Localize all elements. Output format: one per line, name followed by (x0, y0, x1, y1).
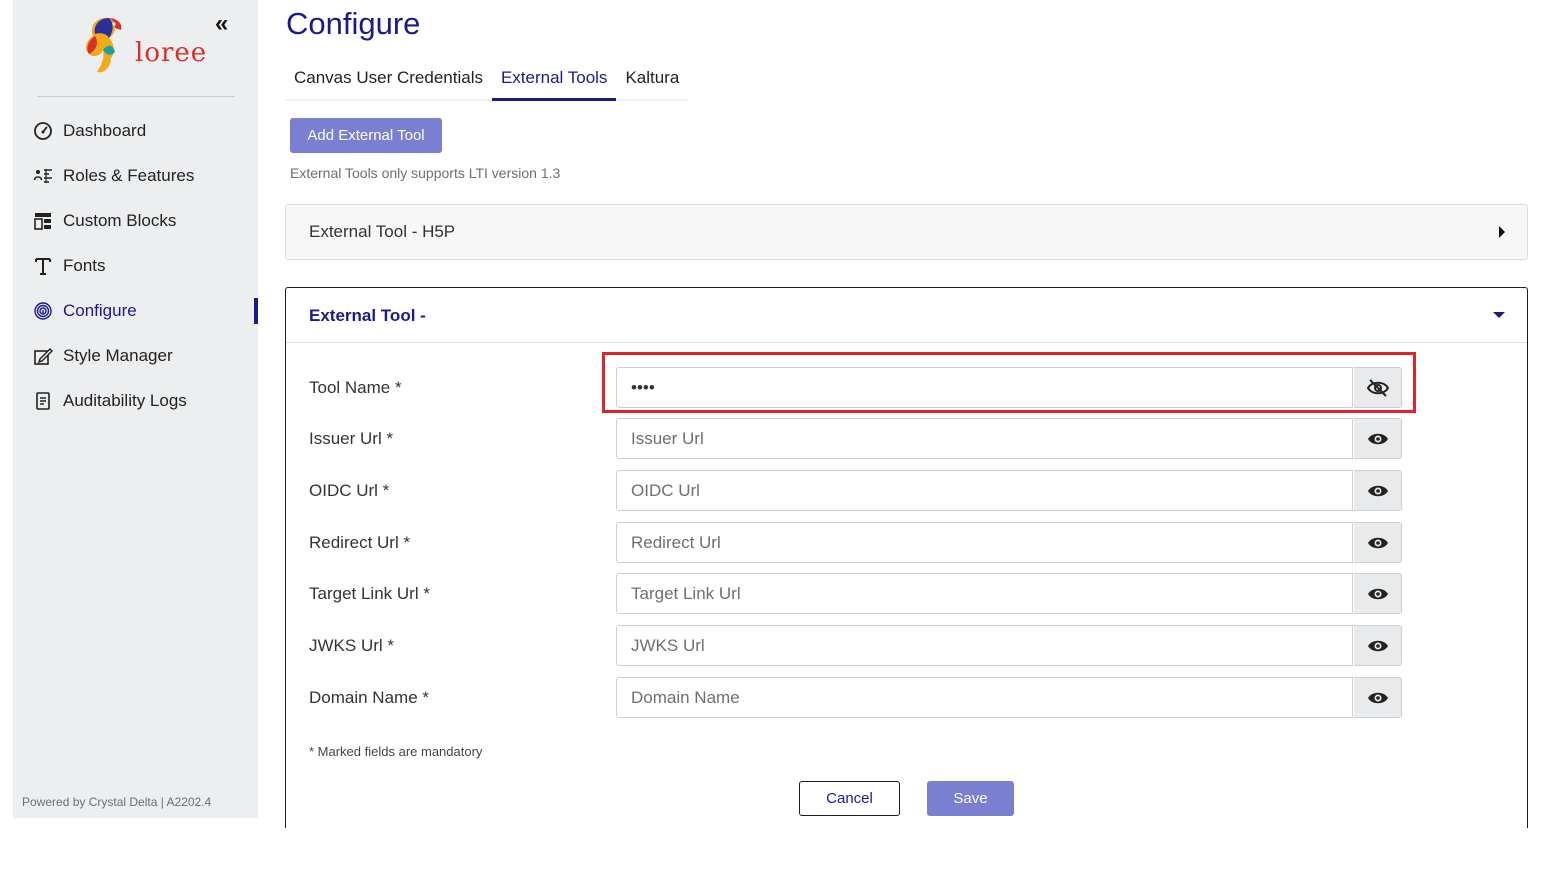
oidc-url-label: OIDC Url * (309, 481, 390, 500)
cancel-button[interactable]: Cancel (799, 781, 900, 816)
target-link-url-input[interactable] (616, 573, 1353, 614)
redirect-url-label: Redirect Url * (309, 533, 411, 552)
sidebar-item-fonts[interactable]: Fonts (13, 243, 258, 288)
tab-kaltura[interactable]: Kaltura (616, 62, 688, 99)
accordion-title: External Tool - H5P (309, 222, 456, 241)
domain-name-label: Domain Name * (309, 688, 429, 707)
jwks-url-row: JWKS Url * (286, 625, 1527, 668)
config-tabs: Canvas User Credentials External Tools K… (285, 62, 689, 101)
sidebar-nav: Dashboard Roles & Features Custom Blocks… (13, 108, 258, 423)
collapse-sidebar-icon[interactable]: « (215, 12, 228, 36)
eye-icon[interactable] (1354, 625, 1402, 666)
redirect-url-row: Redirect Url * (286, 522, 1527, 565)
page-title: Configure (286, 6, 421, 41)
accordion-header[interactable]: External Tool - (286, 288, 1527, 343)
configure-fingerprint-icon (33, 301, 53, 321)
target-link-url-row: Target Link Url * (286, 573, 1527, 616)
sidebar-item-label: Custom Blocks (63, 210, 177, 230)
sidebar-divider (37, 96, 235, 97)
style-manager-icon (33, 346, 53, 366)
oidc-url-input[interactable] (616, 470, 1353, 511)
tool-name-label: Tool Name * (309, 378, 402, 397)
tool-name-input[interactable] (616, 367, 1353, 408)
fonts-icon (33, 256, 53, 276)
sidebar-item-auditability-logs[interactable]: Auditability Logs (13, 378, 258, 423)
sidebar-item-dashboard[interactable]: Dashboard (13, 108, 258, 153)
eye-icon[interactable] (1354, 470, 1402, 511)
caret-right-icon (1499, 226, 1505, 238)
eye-slash-icon[interactable] (1354, 367, 1402, 408)
redirect-url-input[interactable] (616, 522, 1353, 563)
issuer-url-input[interactable] (616, 418, 1353, 459)
sidebar-item-configure[interactable]: Configure (13, 288, 258, 333)
sidebar-item-label: Roles & Features (63, 165, 195, 185)
domain-name-row: Domain Name * (286, 677, 1527, 720)
add-external-tool-button[interactable]: Add External Tool (290, 118, 442, 153)
sidebar: loree « Dashboard Roles & Features Custo… (13, 0, 258, 818)
accordion-title: External Tool - (309, 306, 426, 325)
sidebar-item-label: Style Manager (63, 345, 173, 365)
loree-logo: loree (79, 14, 209, 80)
sidebar-item-custom-blocks[interactable]: Custom Blocks (13, 198, 258, 243)
sidebar-item-label: Auditability Logs (63, 390, 187, 410)
logo-wordmark: loree (135, 38, 208, 68)
eye-icon[interactable] (1354, 418, 1402, 459)
parrot-logo-icon (86, 17, 122, 73)
issuer-url-label: Issuer Url * (309, 429, 394, 448)
oidc-url-row: OIDC Url * (286, 470, 1527, 513)
target-link-url-label: Target Link Url * (309, 584, 430, 603)
auditability-logs-icon (33, 391, 53, 411)
powered-by-footer: Powered by Crystal Delta | A2202.4 (22, 795, 212, 809)
sidebar-item-label: Fonts (63, 255, 106, 275)
eye-icon[interactable] (1354, 573, 1402, 614)
sidebar-item-label: Configure (63, 300, 137, 320)
dashboard-gauge-icon (33, 121, 53, 141)
domain-name-input[interactable] (616, 677, 1353, 718)
lti-version-hint: External Tools only supports LTI version… (290, 165, 561, 181)
eye-icon[interactable] (1354, 522, 1402, 563)
tab-external-tools[interactable]: External Tools (491, 62, 617, 101)
roles-features-icon (33, 166, 53, 186)
issuer-url-row: Issuer Url * (286, 418, 1527, 461)
tab-canvas-user-credentials[interactable]: Canvas User Credentials (285, 62, 492, 99)
caret-down-icon (1493, 312, 1505, 318)
eye-icon[interactable] (1354, 677, 1402, 718)
jwks-url-input[interactable] (616, 625, 1353, 666)
jwks-url-label: JWKS Url * (309, 636, 394, 655)
save-button[interactable]: Save (927, 781, 1014, 816)
sidebar-item-roles-features[interactable]: Roles & Features (13, 153, 258, 198)
mandatory-note: * Marked fields are mandatory (309, 744, 483, 759)
sidebar-item-style-manager[interactable]: Style Manager (13, 333, 258, 378)
custom-blocks-icon (33, 211, 53, 231)
tool-name-row: Tool Name * (286, 367, 1527, 410)
accordion-external-tool-new: External Tool - Tool Name * Issuer Url *… (285, 287, 1528, 828)
accordion-external-tool-h5p[interactable]: External Tool - H5P (285, 204, 1528, 260)
sidebar-item-label: Dashboard (63, 120, 147, 140)
